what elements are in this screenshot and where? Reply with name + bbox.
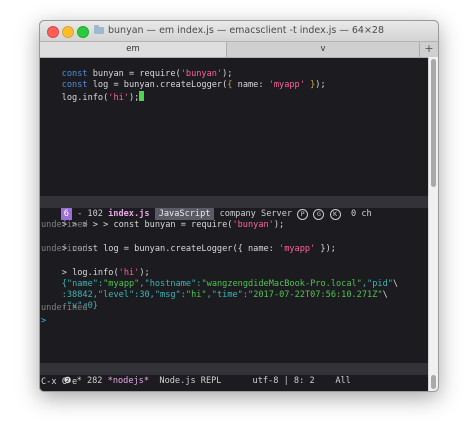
scrollbar-thumb-bottom[interactable] [431,375,436,389]
repl-json-output: {"name":"myapp","hostname":"wangzengdide… [61,279,399,289]
string-literal: 'myapp' [268,80,305,90]
mode-line-bottom: ❷ * 282 *nodejs* Node.js REPL utf-8 | 8:… [40,363,428,386]
editor-line-2[interactable]: const log = bunyan.createLogger({ name: … [41,69,326,90]
minimize-button[interactable] [62,26,74,38]
window-title: bunyan — em index.js — emacsclient -t in… [108,25,384,36]
repl-code: const bunyan = require( [113,220,233,230]
encoding: utf-8 [252,376,279,386]
terminal-window: bunyan — em index.js — emacsclient -t in… [39,20,439,392]
repl-output: undefined [41,303,88,313]
json-value: "2017-07-22T07:56:10.271Z" [248,290,383,300]
repl-code: ); [273,220,285,230]
editor-line-3[interactable]: log.info('hi'); [41,80,145,103]
repl-code: const log = bunyan.createLogger({ name: [72,244,280,254]
title-bar: bunyan — em index.js — emacsclient -t in… [40,21,438,41]
buffer-name: *nodejs* [107,376,150,386]
cursor-position: | 8: 2 All [278,376,351,386]
json-key: "level" [97,290,135,300]
code-text: ); [128,93,140,103]
json-key: "time" [211,290,243,300]
code-text: log.info( [61,93,109,103]
cursor-position: 0 ch [340,209,372,219]
git-icon: G [313,209,325,220]
string-literal: 'bunyan' [232,220,274,230]
string-literal: 'hi' [108,93,129,103]
repl-code: }); [315,244,336,254]
close-button[interactable] [47,26,59,38]
scrollbar-thumb-top[interactable] [431,59,436,187]
repl-prompt[interactable]: > [41,316,46,327]
repl-output: undefined [41,220,88,230]
repl-line[interactable]: > log.info('hi'); [41,257,150,278]
repl-output: undefined [41,244,88,254]
repl-line[interactable]: > > > > > const bunyan = require('bunyan… [41,209,285,230]
maximize-button[interactable] [77,26,89,38]
json-key: "msg" [154,290,181,300]
repl-json-output: ,"v":0} [61,301,98,311]
tab-em[interactable]: em [40,42,226,57]
projectile-icon: P [297,209,309,220]
vertical-scrollbar[interactable] [428,57,438,391]
folder-icon [94,25,104,34]
repl-json-output: :38842,"level":30,"msg":"hi","time":"201… [61,290,388,300]
mode-line-top: 6 - 102 index.js JavaScript company Serv… [40,196,428,220]
code-text: ); [315,80,326,90]
text-cursor [139,91,145,101]
editor-line-1[interactable]: const bunyan = require('bunyan'); [41,58,233,79]
string-literal: 'myapp' [279,244,316,254]
repl-line[interactable]: > const log = bunyan.createLogger({ name… [41,233,336,254]
keymap-icon: K [329,209,341,220]
new-tab-button[interactable]: + [419,42,438,57]
code-text: name: [232,80,269,90]
json-value: "hi" [185,290,207,300]
tab-bar: em v + [40,41,438,58]
minibuffer[interactable]: C-x C-e [41,377,77,388]
major-mode: Node.js REPL [149,376,253,386]
tab-v[interactable]: v [226,42,419,57]
